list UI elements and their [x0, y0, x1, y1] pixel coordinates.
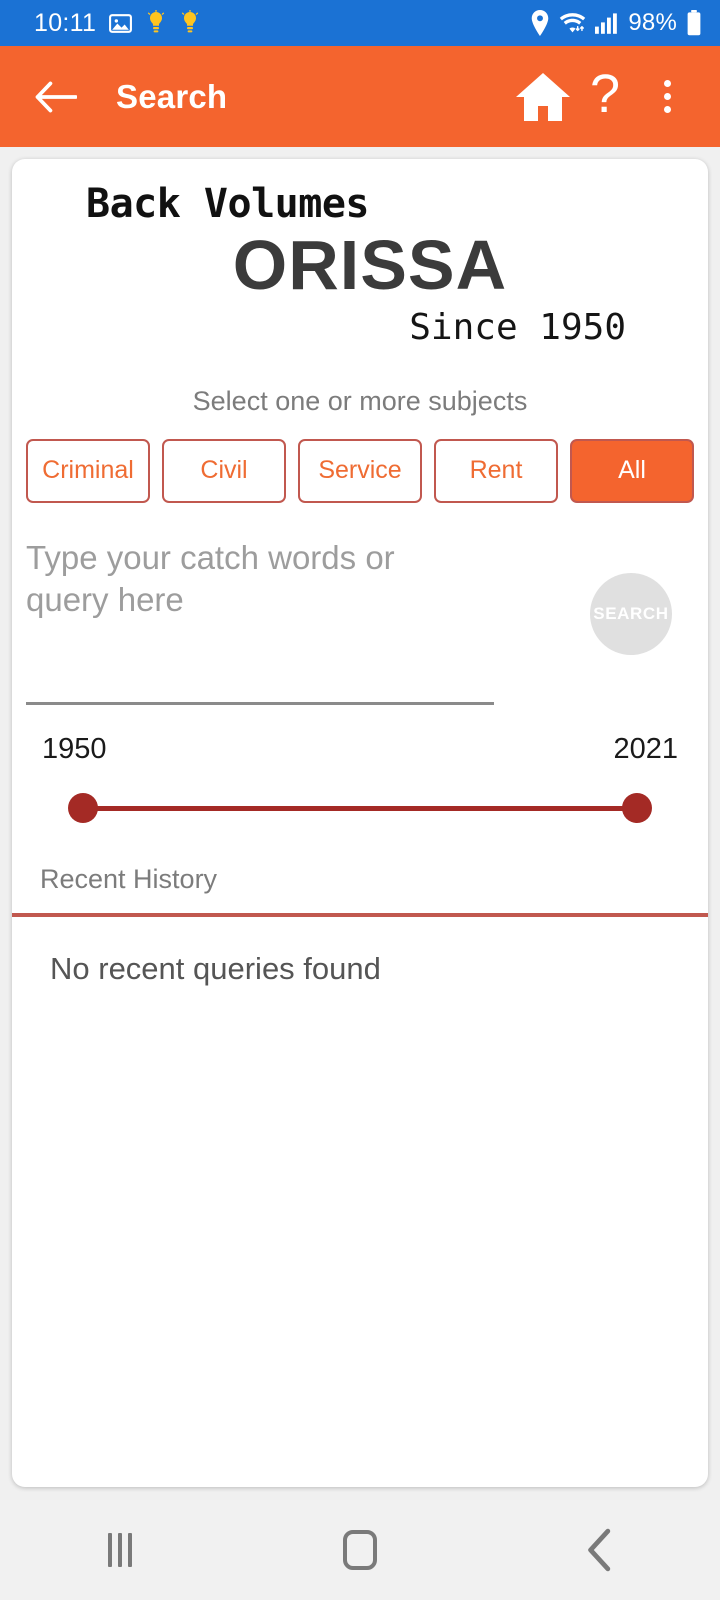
location-pin-icon — [530, 10, 550, 36]
nav-home-button[interactable] — [300, 1500, 420, 1600]
lightbulb-icon — [179, 10, 201, 36]
year-range-labels: 1950 2021 — [26, 733, 694, 766]
year-slider-track — [81, 805, 639, 811]
back-chevron-icon — [588, 1528, 611, 1572]
year-range-slider: 1950 2021 — [12, 733, 708, 836]
search-button[interactable]: SEARCH — [590, 572, 672, 655]
cellular-signal-icon — [595, 12, 619, 34]
nav-back-button[interactable] — [540, 1500, 660, 1600]
nav-recents-button[interactable] — [60, 1500, 180, 1600]
logo-since-1950: Since 1950 — [409, 306, 626, 348]
app-bar-title: Search — [116, 77, 228, 115]
overflow-menu-icon[interactable] — [636, 66, 698, 128]
subject-chip-service[interactable]: Service — [298, 438, 422, 503]
logo-back-volumes: Back Volumes — [86, 181, 369, 227]
year-max-label: 2021 — [613, 732, 678, 765]
subject-chip-civil[interactable]: Civil — [162, 438, 286, 503]
year-slider-thumb-max[interactable] — [622, 792, 652, 823]
page-body: Back Volumes ORISSA Since 1950 Select on… — [0, 147, 720, 1600]
home-icon[interactable] — [512, 66, 574, 128]
android-nav-bar — [0, 1500, 720, 1600]
image-icon — [108, 11, 133, 36]
query-placeholder: Type your catch words or query here — [26, 538, 395, 618]
battery-percent-text: 98% — [628, 9, 677, 36]
recent-history-empty-message: No recent queries found — [50, 950, 381, 986]
help-icon[interactable]: ? — [574, 66, 636, 128]
subject-chip-group: Criminal Civil Service Rent All — [12, 438, 708, 503]
overflow-dots — [663, 80, 671, 113]
year-slider-track-area[interactable] — [26, 780, 694, 836]
battery-icon — [686, 10, 702, 36]
recent-history-label: Recent History — [40, 863, 218, 894]
search-card: Back Volumes ORISSA Since 1950 Select on… — [12, 159, 708, 1487]
subject-chip-all[interactable]: All — [570, 438, 694, 503]
lightbulb-icon — [145, 10, 167, 36]
status-bar-right: 98% — [530, 9, 702, 37]
query-row: Type your catch words or query here SEAR… — [12, 533, 708, 705]
status-time: 10:11 — [34, 8, 97, 37]
home-square-icon — [343, 1530, 377, 1570]
back-arrow-icon[interactable] — [28, 69, 84, 125]
subject-chip-rent[interactable]: Rent — [434, 438, 558, 503]
brand-logo: Back Volumes ORISSA Since 1950 — [12, 159, 708, 348]
year-min-label: 1950 — [42, 732, 107, 765]
query-input[interactable]: Type your catch words or query here — [26, 533, 494, 705]
status-bar-left: 10:11 — [34, 9, 201, 38]
wifi-icon — [559, 11, 586, 35]
subject-chip-criminal[interactable]: Criminal — [26, 438, 150, 503]
recents-icon — [108, 1533, 132, 1567]
logo-orissa: ORISSA — [232, 226, 508, 304]
year-slider-thumb-min[interactable] — [68, 792, 98, 823]
subjects-label: Select one or more subjects — [192, 385, 528, 416]
status-bar: 10:11 98% — [0, 0, 720, 46]
app-bar: Search ? — [0, 46, 720, 147]
